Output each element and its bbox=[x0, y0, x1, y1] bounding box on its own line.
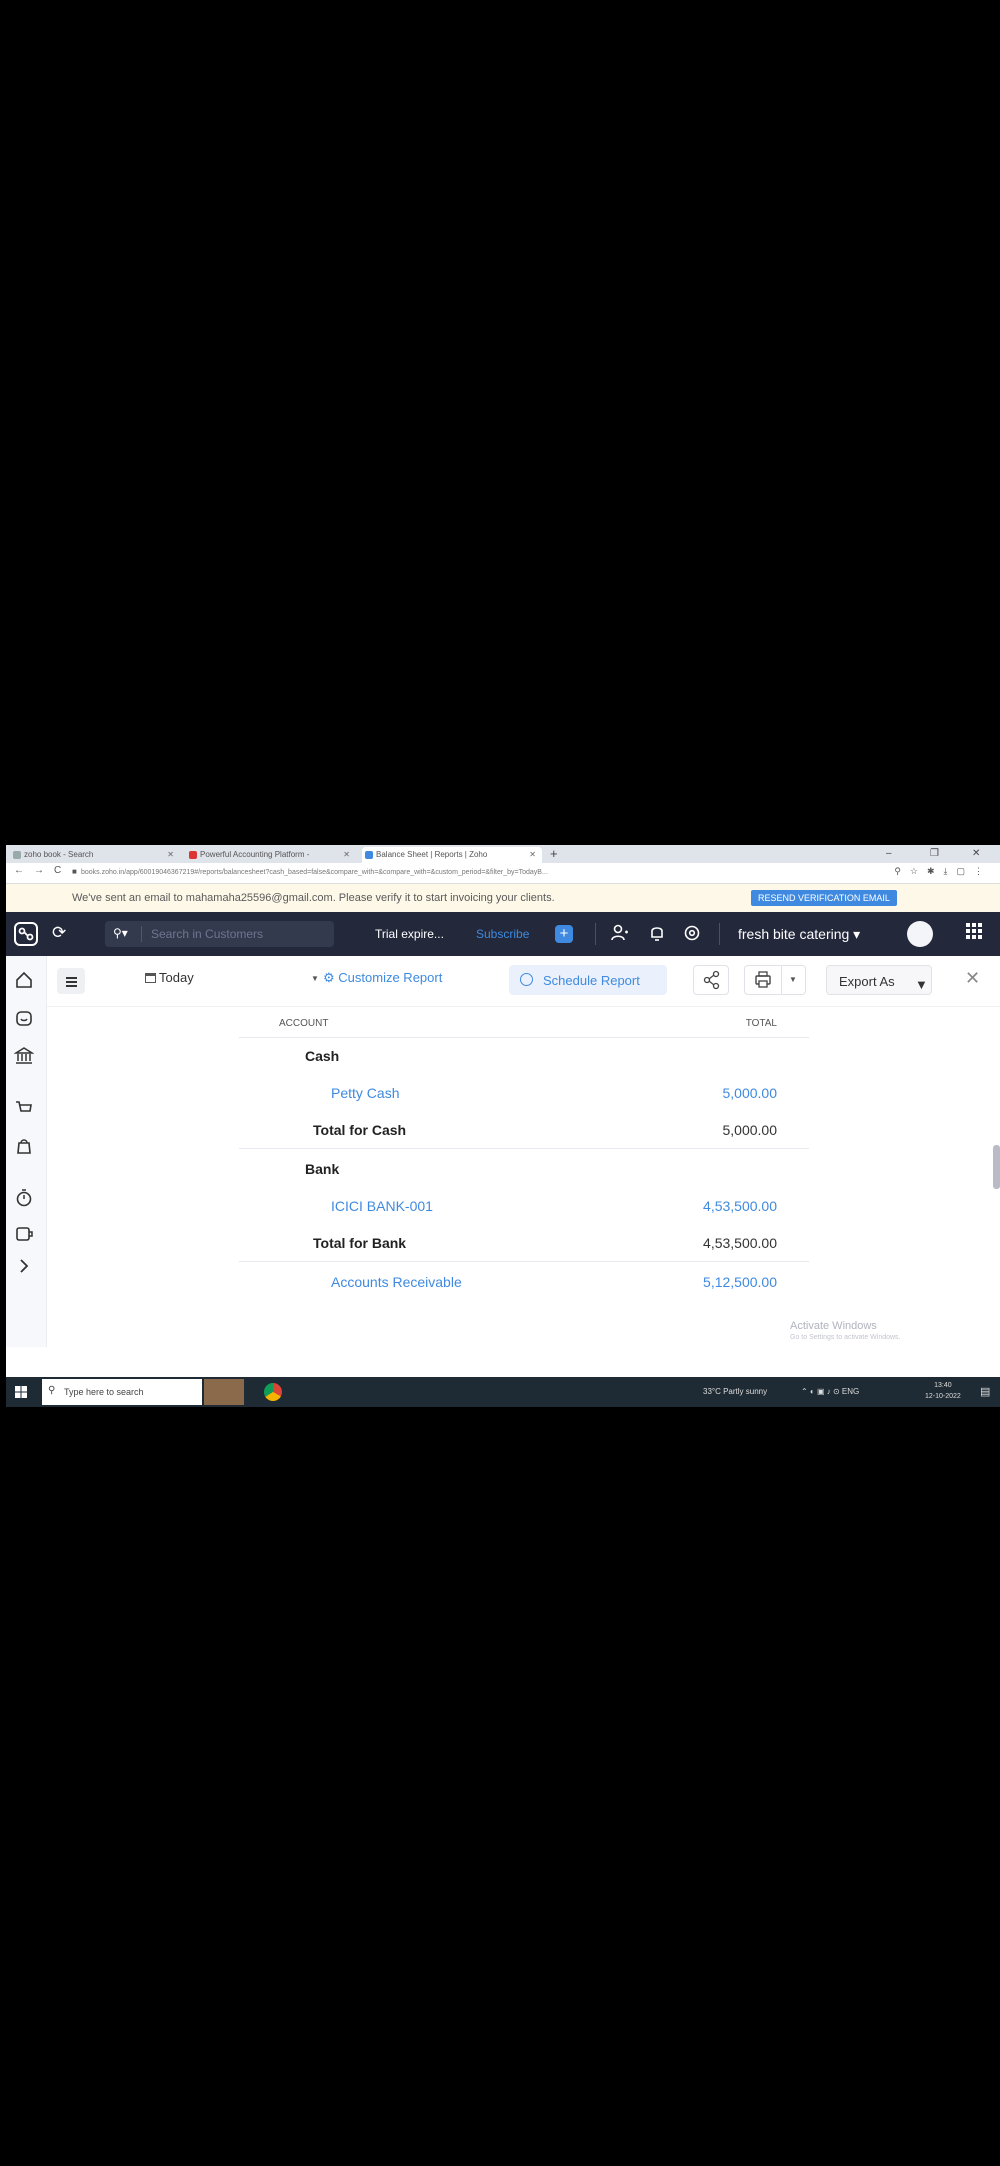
url-field[interactable]: books.zoho.in/app/60019046367219#/report… bbox=[81, 866, 801, 880]
recent-history-icon[interactable]: ⟳ bbox=[52, 923, 66, 943]
column-header-account: ACCOUNT bbox=[279, 1018, 329, 1029]
amount-link[interactable]: 5,000.00 bbox=[723, 1085, 778, 1101]
weather-widget[interactable]: 33°C Partly sunny bbox=[703, 1387, 767, 1396]
referral-icon[interactable] bbox=[611, 923, 629, 943]
banner-message: We've sent an email to mahamaha25596@gma… bbox=[72, 892, 555, 904]
account-link[interactable]: ICICI BANK-001 bbox=[331, 1198, 433, 1214]
taskbar-widget-image[interactable] bbox=[204, 1379, 244, 1405]
chevron-down-icon: ▼ bbox=[915, 977, 928, 992]
lock-icon: ■ bbox=[72, 867, 77, 876]
search-icon bbox=[13, 851, 21, 859]
chevron-down-icon[interactable]: ▼ bbox=[311, 974, 319, 983]
back-icon[interactable]: ← bbox=[14, 865, 24, 876]
expand-sidebar-icon[interactable] bbox=[14, 1256, 34, 1276]
zoho-books-logo[interactable] bbox=[14, 922, 38, 946]
close-icon[interactable]: ✕ bbox=[167, 847, 174, 863]
print-icon bbox=[755, 971, 771, 988]
close-window-icon[interactable]: ✕ bbox=[972, 845, 980, 863]
browser-toolbar-icons[interactable]: ⚲☆✱⤓▢⋮ bbox=[894, 866, 992, 877]
table-header: ACCOUNT TOTAL bbox=[239, 1010, 809, 1038]
activate-windows-watermark: Activate Windows Go to Settings to activ… bbox=[790, 1320, 901, 1341]
gear-icon[interactable] bbox=[683, 923, 701, 943]
customers-icon[interactable] bbox=[14, 1008, 34, 1028]
app-topbar: ⟳ ⚲▾ Search in Customers Trial expire...… bbox=[6, 912, 1000, 956]
address-bar: ← → C ■ books.zoho.in/app/60019046367219… bbox=[6, 863, 1000, 884]
forward-icon[interactable]: → bbox=[34, 865, 44, 876]
chrome-icon[interactable] bbox=[264, 1383, 282, 1401]
account-link[interactable]: Accounts Receivable bbox=[331, 1274, 462, 1290]
share-icon bbox=[703, 970, 720, 990]
search-box[interactable]: ⚲▾ Search in Customers bbox=[105, 921, 334, 947]
avatar[interactable] bbox=[907, 921, 933, 947]
taskbar-clock[interactable]: 13:40 12-10-2022 bbox=[925, 1380, 961, 1402]
date-range-select[interactable]: Today bbox=[145, 970, 194, 985]
close-icon[interactable]: ✕ bbox=[529, 847, 536, 863]
quick-create-button[interactable]: + bbox=[555, 925, 573, 943]
calendar-icon bbox=[145, 973, 156, 983]
screenshot: zoho book - Search ✕ Powerful Accounting… bbox=[6, 845, 1000, 1407]
search-icon[interactable]: ⚲▾ bbox=[113, 926, 128, 940]
amount-link[interactable]: 4,53,500.00 bbox=[703, 1198, 777, 1214]
windows-start-icon[interactable] bbox=[15, 1386, 27, 1398]
system-tray[interactable]: ⌃ ◐ ▣ ♪ ⊙ ENG bbox=[801, 1387, 859, 1396]
browser-tab[interactable]: zoho book - Search ✕ bbox=[10, 847, 180, 863]
table-row[interactable]: Accounts Receivable 5,12,500.00 bbox=[239, 1263, 809, 1300]
close-icon[interactable]: ✕ bbox=[965, 968, 980, 989]
resend-verification-button[interactable]: RESEND VERIFICATION EMAIL bbox=[751, 890, 897, 906]
organization-switcher[interactable]: fresh bite catering ▾ bbox=[738, 926, 860, 943]
section-row: Bank bbox=[305, 1161, 340, 1177]
minimize-icon[interactable]: – bbox=[886, 845, 892, 863]
reload-icon[interactable]: C bbox=[54, 865, 61, 876]
export-as-button[interactable]: Export As ▼ bbox=[826, 965, 932, 995]
customize-report-link[interactable]: ⚙ Customize Report bbox=[323, 970, 442, 986]
home-icon[interactable] bbox=[14, 970, 34, 990]
column-header-total: TOTAL bbox=[745, 1018, 777, 1029]
trial-expire-text: Trial expire... bbox=[375, 927, 444, 941]
browser-tab-strip: zoho book - Search ✕ Powerful Accounting… bbox=[6, 845, 1000, 863]
zoho-icon bbox=[189, 851, 197, 859]
search-icon: ⚲ bbox=[48, 1385, 56, 1396]
subscribe-link[interactable]: Subscribe bbox=[476, 927, 529, 941]
browser-tab-active[interactable]: Balance Sheet | Reports | Zoho ✕ bbox=[362, 847, 542, 863]
bell-icon[interactable] bbox=[649, 923, 665, 943]
clock-icon bbox=[520, 973, 533, 986]
search-input[interactable]: Search in Customers bbox=[151, 927, 263, 941]
balance-sheet-table: ACCOUNT TOTAL Cash Petty Cash 5,000.00 T… bbox=[239, 1010, 809, 1347]
accountant-icon[interactable] bbox=[14, 1224, 34, 1244]
browser-tab[interactable]: Powerful Accounting Platform - ✕ bbox=[186, 847, 356, 863]
share-button[interactable] bbox=[693, 965, 729, 995]
time-tracking-icon[interactable] bbox=[14, 1188, 34, 1208]
banking-icon[interactable] bbox=[14, 1046, 34, 1066]
notifications-icon[interactable]: ▤ bbox=[980, 1385, 990, 1398]
purchases-bag-icon[interactable] bbox=[14, 1136, 34, 1156]
left-sidebar bbox=[6, 956, 47, 1347]
cart-icon[interactable] bbox=[14, 1098, 34, 1118]
menu-button[interactable] bbox=[57, 968, 85, 994]
total-row: Total for Bank 4,53,500.00 bbox=[239, 1224, 809, 1262]
scrollbar[interactable] bbox=[993, 1145, 1000, 1189]
verification-banner: We've sent an email to mahamaha25596@gma… bbox=[6, 884, 1000, 912]
section-row: Cash bbox=[305, 1048, 340, 1064]
table-row[interactable]: ICICI BANK-001 4,53,500.00 bbox=[239, 1187, 809, 1224]
amount-link[interactable]: 5,12,500.00 bbox=[703, 1274, 777, 1290]
zoho-books-icon bbox=[365, 851, 373, 859]
taskbar-search[interactable]: ⚲ Type here to search bbox=[42, 1379, 202, 1405]
schedule-report-button[interactable]: Schedule Report bbox=[509, 965, 667, 995]
new-tab-button[interactable]: + bbox=[550, 845, 558, 863]
report-toolbar: Today ▼ ⚙ Customize Report Schedule Repo… bbox=[47, 956, 1000, 1007]
chevron-down-icon[interactable]: ▼ bbox=[789, 975, 797, 984]
windows-taskbar: ⚲ Type here to search 33°C Partly sunny … bbox=[6, 1377, 1000, 1407]
table-row[interactable]: Petty Cash 5,000.00 bbox=[239, 1074, 809, 1111]
total-row: Total for Cash 5,000.00 bbox=[239, 1111, 809, 1149]
print-button[interactable]: ▼ bbox=[744, 965, 806, 995]
apps-grid-icon[interactable] bbox=[965, 922, 983, 940]
account-link[interactable]: Petty Cash bbox=[331, 1085, 399, 1101]
close-icon[interactable]: ✕ bbox=[343, 847, 350, 863]
restore-icon[interactable]: ❐ bbox=[930, 845, 939, 863]
